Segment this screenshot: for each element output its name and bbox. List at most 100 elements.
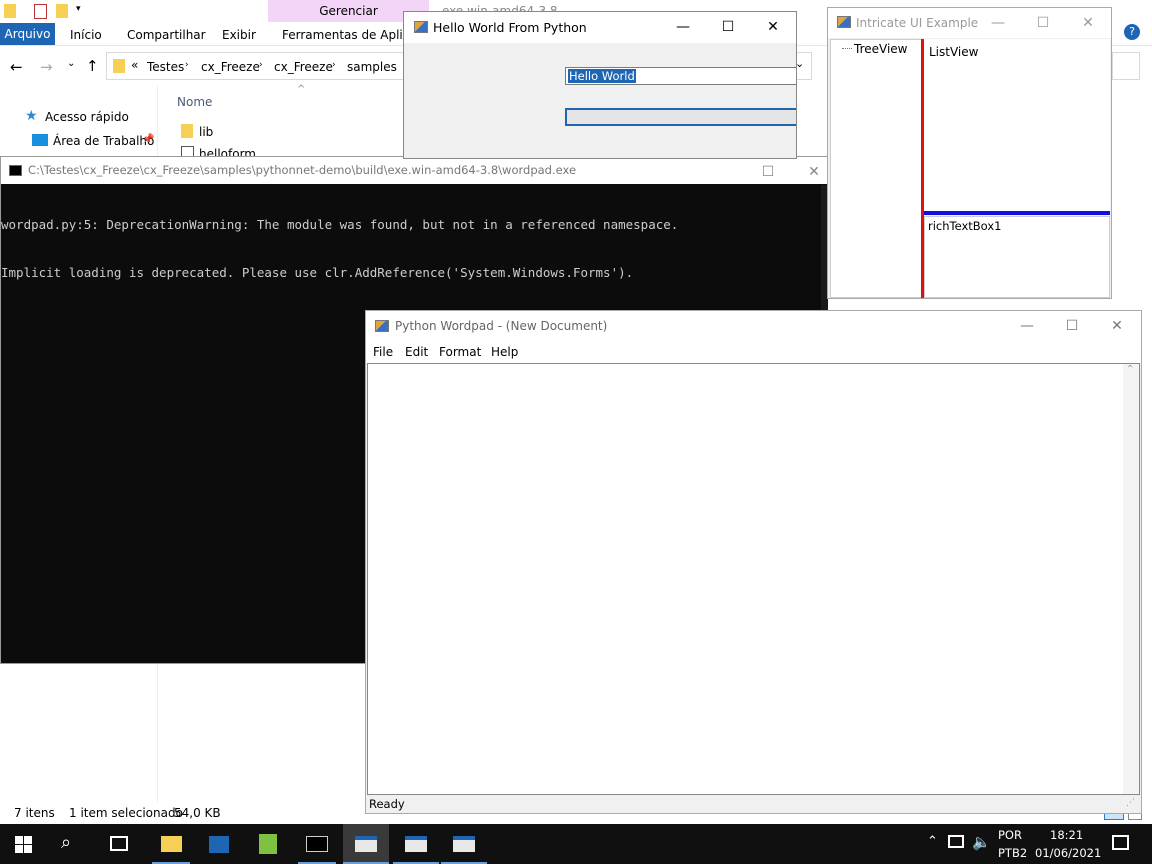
intricate-minimize-button[interactable]: — bbox=[975, 8, 1021, 38]
breadcrumb-samples[interactable]: samples bbox=[347, 60, 397, 74]
taskbar-wordpad[interactable] bbox=[343, 824, 389, 864]
wordpad-status-text: Ready bbox=[369, 797, 405, 811]
intricate-titlebar: Intricate UI Example — ☐ ✕ bbox=[828, 8, 1111, 38]
volume-icon[interactable]: 🔈 bbox=[972, 833, 991, 851]
breadcrumb-testes[interactable]: Testes bbox=[147, 60, 184, 74]
tab-inicio[interactable]: Início bbox=[70, 28, 102, 42]
taskbar-hello-world[interactable] bbox=[393, 824, 439, 864]
app-icon bbox=[837, 16, 851, 28]
tab-compartilhar[interactable]: Compartilhar bbox=[127, 28, 206, 42]
breadcrumb-cxfreeze-1[interactable]: cx_Freeze bbox=[201, 60, 260, 74]
hello-world-window: Hello World From Python — ☐ ✕ Hello Worl… bbox=[403, 11, 797, 159]
start-button[interactable] bbox=[15, 836, 32, 853]
console-app-icon bbox=[9, 165, 22, 176]
wordpad-window: Python Wordpad - (New Document) — ☐ ✕ Fi… bbox=[365, 310, 1142, 814]
column-header-nome[interactable]: Nome bbox=[177, 95, 212, 109]
breadcrumb-sep-icon: › bbox=[259, 60, 263, 70]
back-icon[interactable]: ← bbox=[10, 58, 23, 76]
console-icon bbox=[306, 836, 328, 852]
hello-titlebar: Hello World From Python — ☐ ✕ bbox=[404, 12, 796, 43]
listview[interactable]: ListView bbox=[924, 39, 1110, 211]
notifications-icon[interactable] bbox=[1112, 835, 1129, 850]
tab-exibir[interactable]: Exibir bbox=[222, 28, 256, 42]
taskbar-console[interactable] bbox=[298, 824, 336, 864]
hello-minimize-button[interactable]: — bbox=[660, 12, 706, 42]
console-maximize-button[interactable]: ☐ bbox=[745, 157, 791, 187]
breadcrumb-sep-icon: › bbox=[185, 60, 189, 70]
treeview[interactable]: TreeView bbox=[830, 39, 922, 298]
hello-button[interactable] bbox=[565, 108, 796, 126]
taskbar-notepadpp[interactable] bbox=[249, 824, 287, 864]
breadcrumb-overflow[interactable]: « bbox=[131, 58, 138, 72]
status-item-count: 7 itens bbox=[14, 806, 55, 820]
rich-textbox-text: richTextBox1 bbox=[928, 219, 1002, 233]
app-window-icon bbox=[405, 836, 427, 852]
console-titlebar: C:\Testes\cx_Freeze\cx_Freeze\samples\py… bbox=[1, 157, 827, 184]
forward-icon[interactable]: → bbox=[40, 58, 53, 76]
up-icon[interactable]: ↑ bbox=[86, 57, 99, 75]
nav-acesso-rapido[interactable]: Acesso rápido bbox=[45, 110, 129, 124]
wordpad-minimize-button[interactable]: — bbox=[1004, 311, 1050, 341]
wordpad-close-button[interactable]: ✕ bbox=[1094, 311, 1140, 341]
pin-icon: 📌 bbox=[142, 134, 155, 145]
search-box[interactable] bbox=[1112, 52, 1140, 80]
task-view-icon[interactable] bbox=[110, 836, 128, 851]
nav-area-de-trabalho[interactable]: Área de Trabalho bbox=[53, 134, 154, 148]
status-selection: 1 item selecionado bbox=[69, 806, 183, 820]
clock-time[interactable]: 18:21 bbox=[1050, 828, 1083, 842]
wordpad-titlebar: Python Wordpad - (New Document) — ☐ ✕ bbox=[366, 311, 1141, 341]
qat-dropdown-icon[interactable]: ▾ bbox=[76, 4, 81, 14]
hello-maximize-button[interactable]: ☐ bbox=[705, 12, 751, 42]
folder-icon[interactable] bbox=[4, 4, 16, 18]
menu-format[interactable]: Format bbox=[439, 345, 481, 359]
input-language-secondary[interactable]: PTB2 bbox=[998, 846, 1027, 860]
horizontal-splitter[interactable] bbox=[924, 211, 1110, 215]
menu-edit[interactable]: Edit bbox=[405, 345, 428, 359]
menu-help[interactable]: Help bbox=[491, 345, 518, 359]
menu-file[interactable]: File bbox=[373, 345, 393, 359]
hello-close-button[interactable]: ✕ bbox=[750, 12, 796, 42]
console-line: Implicit loading is deprecated. Please u… bbox=[1, 265, 634, 280]
rich-textbox[interactable]: richTextBox1 bbox=[924, 216, 1110, 298]
star-icon: ★ bbox=[25, 108, 38, 124]
taskbar-store[interactable] bbox=[200, 824, 238, 864]
folder-icon bbox=[181, 124, 193, 138]
search-icon[interactable]: ⌕ bbox=[61, 832, 71, 853]
breadcrumb-cxfreeze-2[interactable]: cx_Freeze bbox=[274, 60, 333, 74]
hello-textbox-selection: Hello World bbox=[568, 69, 636, 83]
app-icon bbox=[375, 320, 389, 332]
wordpad-maximize-button[interactable]: ☐ bbox=[1049, 311, 1095, 341]
file-name: lib bbox=[199, 125, 214, 139]
recent-locations-icon[interactable]: ⌄ bbox=[67, 58, 75, 69]
wordpad-editor[interactable]: ⌃ bbox=[367, 363, 1140, 795]
manage-tab-label: Gerenciar bbox=[319, 4, 378, 18]
tree-connector-icon bbox=[842, 48, 852, 49]
console-line: wordpad.py:5: DeprecationWarning: The mo… bbox=[1, 217, 679, 232]
taskbar-file-explorer[interactable] bbox=[152, 824, 190, 864]
tree-node[interactable]: TreeView bbox=[854, 42, 907, 56]
input-language-primary[interactable]: POR bbox=[998, 828, 1022, 842]
app-icon bbox=[414, 21, 428, 33]
network-icon[interactable] bbox=[948, 835, 964, 848]
new-folder-icon[interactable] bbox=[56, 4, 68, 18]
notepadpp-icon bbox=[259, 834, 277, 854]
resize-grip-icon[interactable]: ⋰ bbox=[1126, 798, 1135, 808]
status-size: 54,0 KB bbox=[174, 806, 221, 820]
hello-textbox[interactable]: Hello World bbox=[565, 67, 796, 85]
sort-up-icon: ^ bbox=[297, 84, 306, 95]
intricate-close-button[interactable]: ✕ bbox=[1065, 8, 1111, 38]
address-folder-icon bbox=[113, 59, 125, 73]
editor-scrollbar[interactable]: ⌃ bbox=[1123, 364, 1139, 794]
help-icon[interactable]: ? bbox=[1124, 24, 1140, 40]
properties-icon[interactable] bbox=[34, 4, 47, 19]
console-title: C:\Testes\cx_Freeze\cx_Freeze\samples\py… bbox=[28, 163, 577, 177]
list-item[interactable]: lib bbox=[177, 122, 377, 142]
tray-overflow-icon[interactable]: ⌃ bbox=[927, 834, 938, 849]
clock-date[interactable]: 01/06/2021 bbox=[1035, 846, 1101, 860]
store-icon bbox=[209, 836, 229, 853]
scroll-up-icon[interactable]: ⌃ bbox=[1126, 364, 1134, 375]
breadcrumb-sep-icon: › bbox=[332, 60, 336, 70]
taskbar-intricate-ui[interactable] bbox=[441, 824, 487, 864]
tab-arquivo[interactable]: Arquivo bbox=[0, 23, 55, 45]
intricate-maximize-button[interactable]: ☐ bbox=[1020, 8, 1066, 38]
